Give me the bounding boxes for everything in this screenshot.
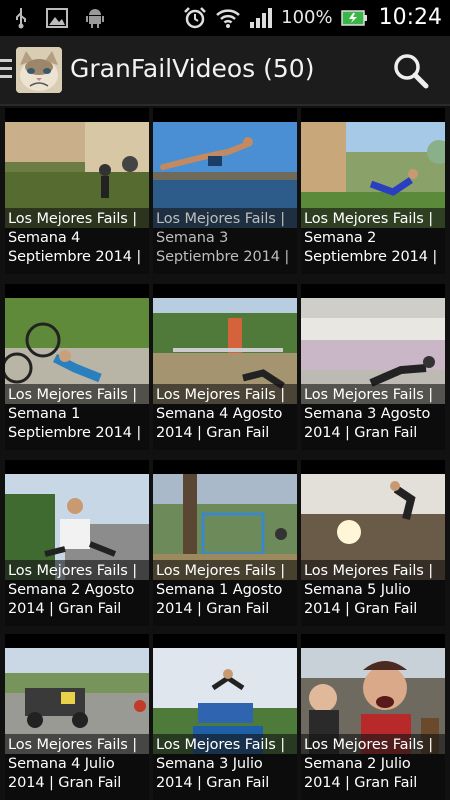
wifi-icon — [216, 8, 240, 28]
caption-line: Los Mejores Fails | — [156, 563, 286, 579]
video-caption: Los Mejores Fails | Semana 1 Septiembre … — [5, 384, 149, 450]
video-caption: Los Mejores Fails | Semana 2 Agosto 2014… — [5, 560, 149, 626]
caption-line: Los Mejores Fails | — [304, 387, 434, 403]
video-caption: Los Mejores Fails | Semana 2 Julio 2014 … — [301, 734, 445, 800]
caption-line: Los Mejores Fails | — [8, 387, 138, 403]
video-caption: Los Mejores Fails | Semana 4 Septiembre … — [5, 208, 149, 274]
caption-line: Semana 3 — [156, 230, 229, 246]
caption-line: Septiembre 2014 | — [156, 249, 290, 265]
video-card[interactable]: Los Mejores Fails | Semana 1 Septiembre … — [5, 284, 149, 450]
caption-line: Semana 5 Julio — [304, 582, 411, 598]
grumpy-cat-app-icon[interactable] — [16, 47, 62, 93]
search-button[interactable] — [390, 50, 432, 92]
video-card[interactable]: Los Mejores Fails | Semana 3 Septiembre … — [153, 108, 297, 274]
caption-line: 2014 | Gran Fail — [304, 601, 418, 617]
battery-percent: 100% — [281, 7, 333, 28]
caption-line: Los Mejores Fails | — [8, 563, 138, 579]
action-bar: GranFailVideos (50) — [0, 36, 450, 106]
image-icon — [46, 8, 68, 28]
caption-line: Semana 4 — [8, 230, 81, 246]
caption-line: Los Mejores Fails | — [304, 563, 434, 579]
caption-line: 2014 | Gran Fail — [8, 775, 122, 791]
video-card[interactable]: Los Mejores Fails | Semana 2 Agosto 2014… — [5, 460, 149, 626]
caption-line: 2014 | Gran Fail — [156, 425, 270, 441]
caption-line: Semana 1 — [8, 406, 81, 422]
video-caption: Los Mejores Fails | Semana 1 Agosto 2014… — [153, 560, 297, 626]
caption-line: Los Mejores Fails | — [156, 387, 286, 403]
status-bar: 100% 10:24 — [0, 0, 450, 36]
battery-icon — [340, 9, 367, 26]
caption-line: 2014 | Gran Fail — [304, 425, 418, 441]
caption-line: 2014 | Gran Fail — [156, 601, 270, 617]
caption-line: Los Mejores Fails | — [8, 211, 138, 227]
clock: 10:24 — [378, 5, 442, 30]
video-caption: Los Mejores Fails | Semana 5 Julio 2014 … — [301, 560, 445, 626]
caption-line: Septiembre 2014 | — [8, 425, 142, 441]
video-caption: Los Mejores Fails | Semana 2 Septiembre … — [301, 208, 445, 274]
video-card[interactable]: Los Mejores Fails | Semana 5 Julio 2014 … — [301, 460, 445, 626]
video-card[interactable]: Los Mejores Fails | Semana 1 Agosto 2014… — [153, 460, 297, 626]
caption-line: Semana 4 Julio — [8, 756, 115, 772]
video-card[interactable]: Los Mejores Fails | Semana 2 Septiembre … — [301, 108, 445, 274]
caption-line: Septiembre 2014 | — [8, 249, 142, 265]
app-title: GranFailVideos (50) — [70, 54, 315, 83]
video-card[interactable]: Los Mejores Fails | Semana 4 Agosto 2014… — [153, 284, 297, 450]
caption-line: Los Mejores Fails | — [304, 737, 434, 753]
video-caption: Los Mejores Fails | Semana 4 Julio 2014 … — [5, 734, 149, 800]
signal-icon — [250, 7, 273, 28]
video-caption: Los Mejores Fails | Semana 3 Julio 2014 … — [153, 734, 297, 800]
caption-line: 2014 | Gran Fail — [8, 601, 122, 617]
caption-line: Los Mejores Fails | — [156, 737, 286, 753]
search-icon — [394, 54, 429, 89]
video-card[interactable]: Los Mejores Fails | Semana 4 Julio 2014 … — [5, 634, 149, 800]
caption-line: Los Mejores Fails | — [304, 211, 434, 227]
video-card[interactable]: Los Mejores Fails | Semana 4 Septiembre … — [5, 108, 149, 274]
menu-lines-icon[interactable] — [0, 59, 12, 79]
caption-line: Los Mejores Fails | — [8, 737, 138, 753]
caption-line: Los Mejores Fails | — [156, 211, 286, 227]
caption-line: Semana 2 Agosto — [8, 582, 135, 598]
caption-line: 2014 | Gran Fail — [304, 775, 418, 791]
caption-line: Semana 1 Agosto — [156, 582, 283, 598]
usb-icon — [16, 8, 26, 29]
video-card[interactable]: Los Mejores Fails | Semana 2 Julio 2014 … — [301, 634, 445, 800]
video-caption: Los Mejores Fails | Semana 3 Agosto 2014… — [301, 384, 445, 450]
caption-line: Semana 3 Agosto — [304, 406, 431, 422]
caption-line: Semana 4 Agosto — [156, 406, 283, 422]
video-caption: Los Mejores Fails | Semana 4 Agosto 2014… — [153, 384, 297, 450]
caption-line: Septiembre 2014 | — [304, 249, 438, 265]
caption-line: Semana 2 — [304, 230, 377, 246]
caption-line: Semana 3 Julio — [156, 756, 263, 772]
caption-line: Semana 2 Julio — [304, 756, 411, 772]
video-caption: Los Mejores Fails | Semana 3 Septiembre … — [153, 208, 297, 274]
video-card[interactable]: Los Mejores Fails | Semana 3 Agosto 2014… — [301, 284, 445, 450]
caption-line: 2014 | Gran Fail — [156, 775, 270, 791]
alarm-icon — [184, 6, 207, 28]
video-card[interactable]: Los Mejores Fails | Semana 3 Julio 2014 … — [153, 634, 297, 800]
android-icon — [86, 9, 104, 28]
